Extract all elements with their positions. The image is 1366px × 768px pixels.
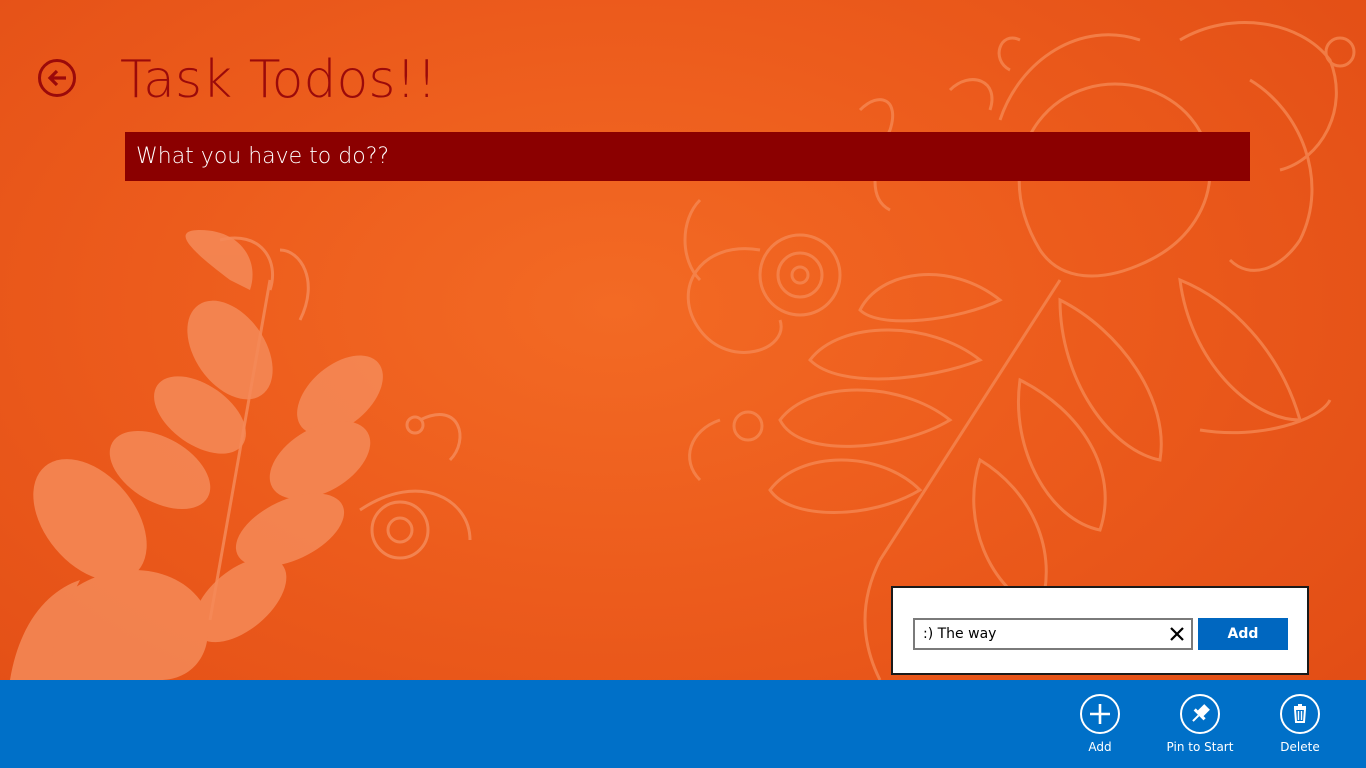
appbar-delete-label: Delete [1280,740,1320,754]
appbar-add-button[interactable]: Add [1050,694,1150,764]
delete-icon [1293,704,1307,723]
add-icon [1090,704,1110,724]
flyout-add-button[interactable]: Add [1198,618,1288,650]
clear-input-button[interactable] [1165,622,1189,646]
pin-icon [1192,704,1210,722]
task-list-header-label: What you have to do?? [136,144,390,169]
appbar-pin-to-start-label: Pin to Start [1166,740,1234,754]
appbar-pin-to-start-button[interactable]: Pin to Start [1150,694,1250,764]
task-input-box [913,618,1193,650]
app-bar: Add Pin to Start Delete [0,680,1366,768]
page-title: Task Todos!! [120,50,438,110]
close-icon [1170,627,1184,641]
appbar-delete-button[interactable]: Delete [1250,694,1350,764]
add-icon-circle [1080,694,1120,734]
task-input[interactable] [915,620,1163,648]
appbar-add-label: Add [1088,740,1112,754]
add-task-flyout: Add [891,586,1309,675]
delete-icon-circle [1280,694,1320,734]
back-button[interactable] [38,59,76,97]
back-arrow-icon [47,69,66,87]
pin-icon-circle [1180,694,1220,734]
app-window: Task Todos!! What you have to do?? Add A… [0,0,1366,768]
task-list-header: What you have to do?? [125,132,1250,181]
